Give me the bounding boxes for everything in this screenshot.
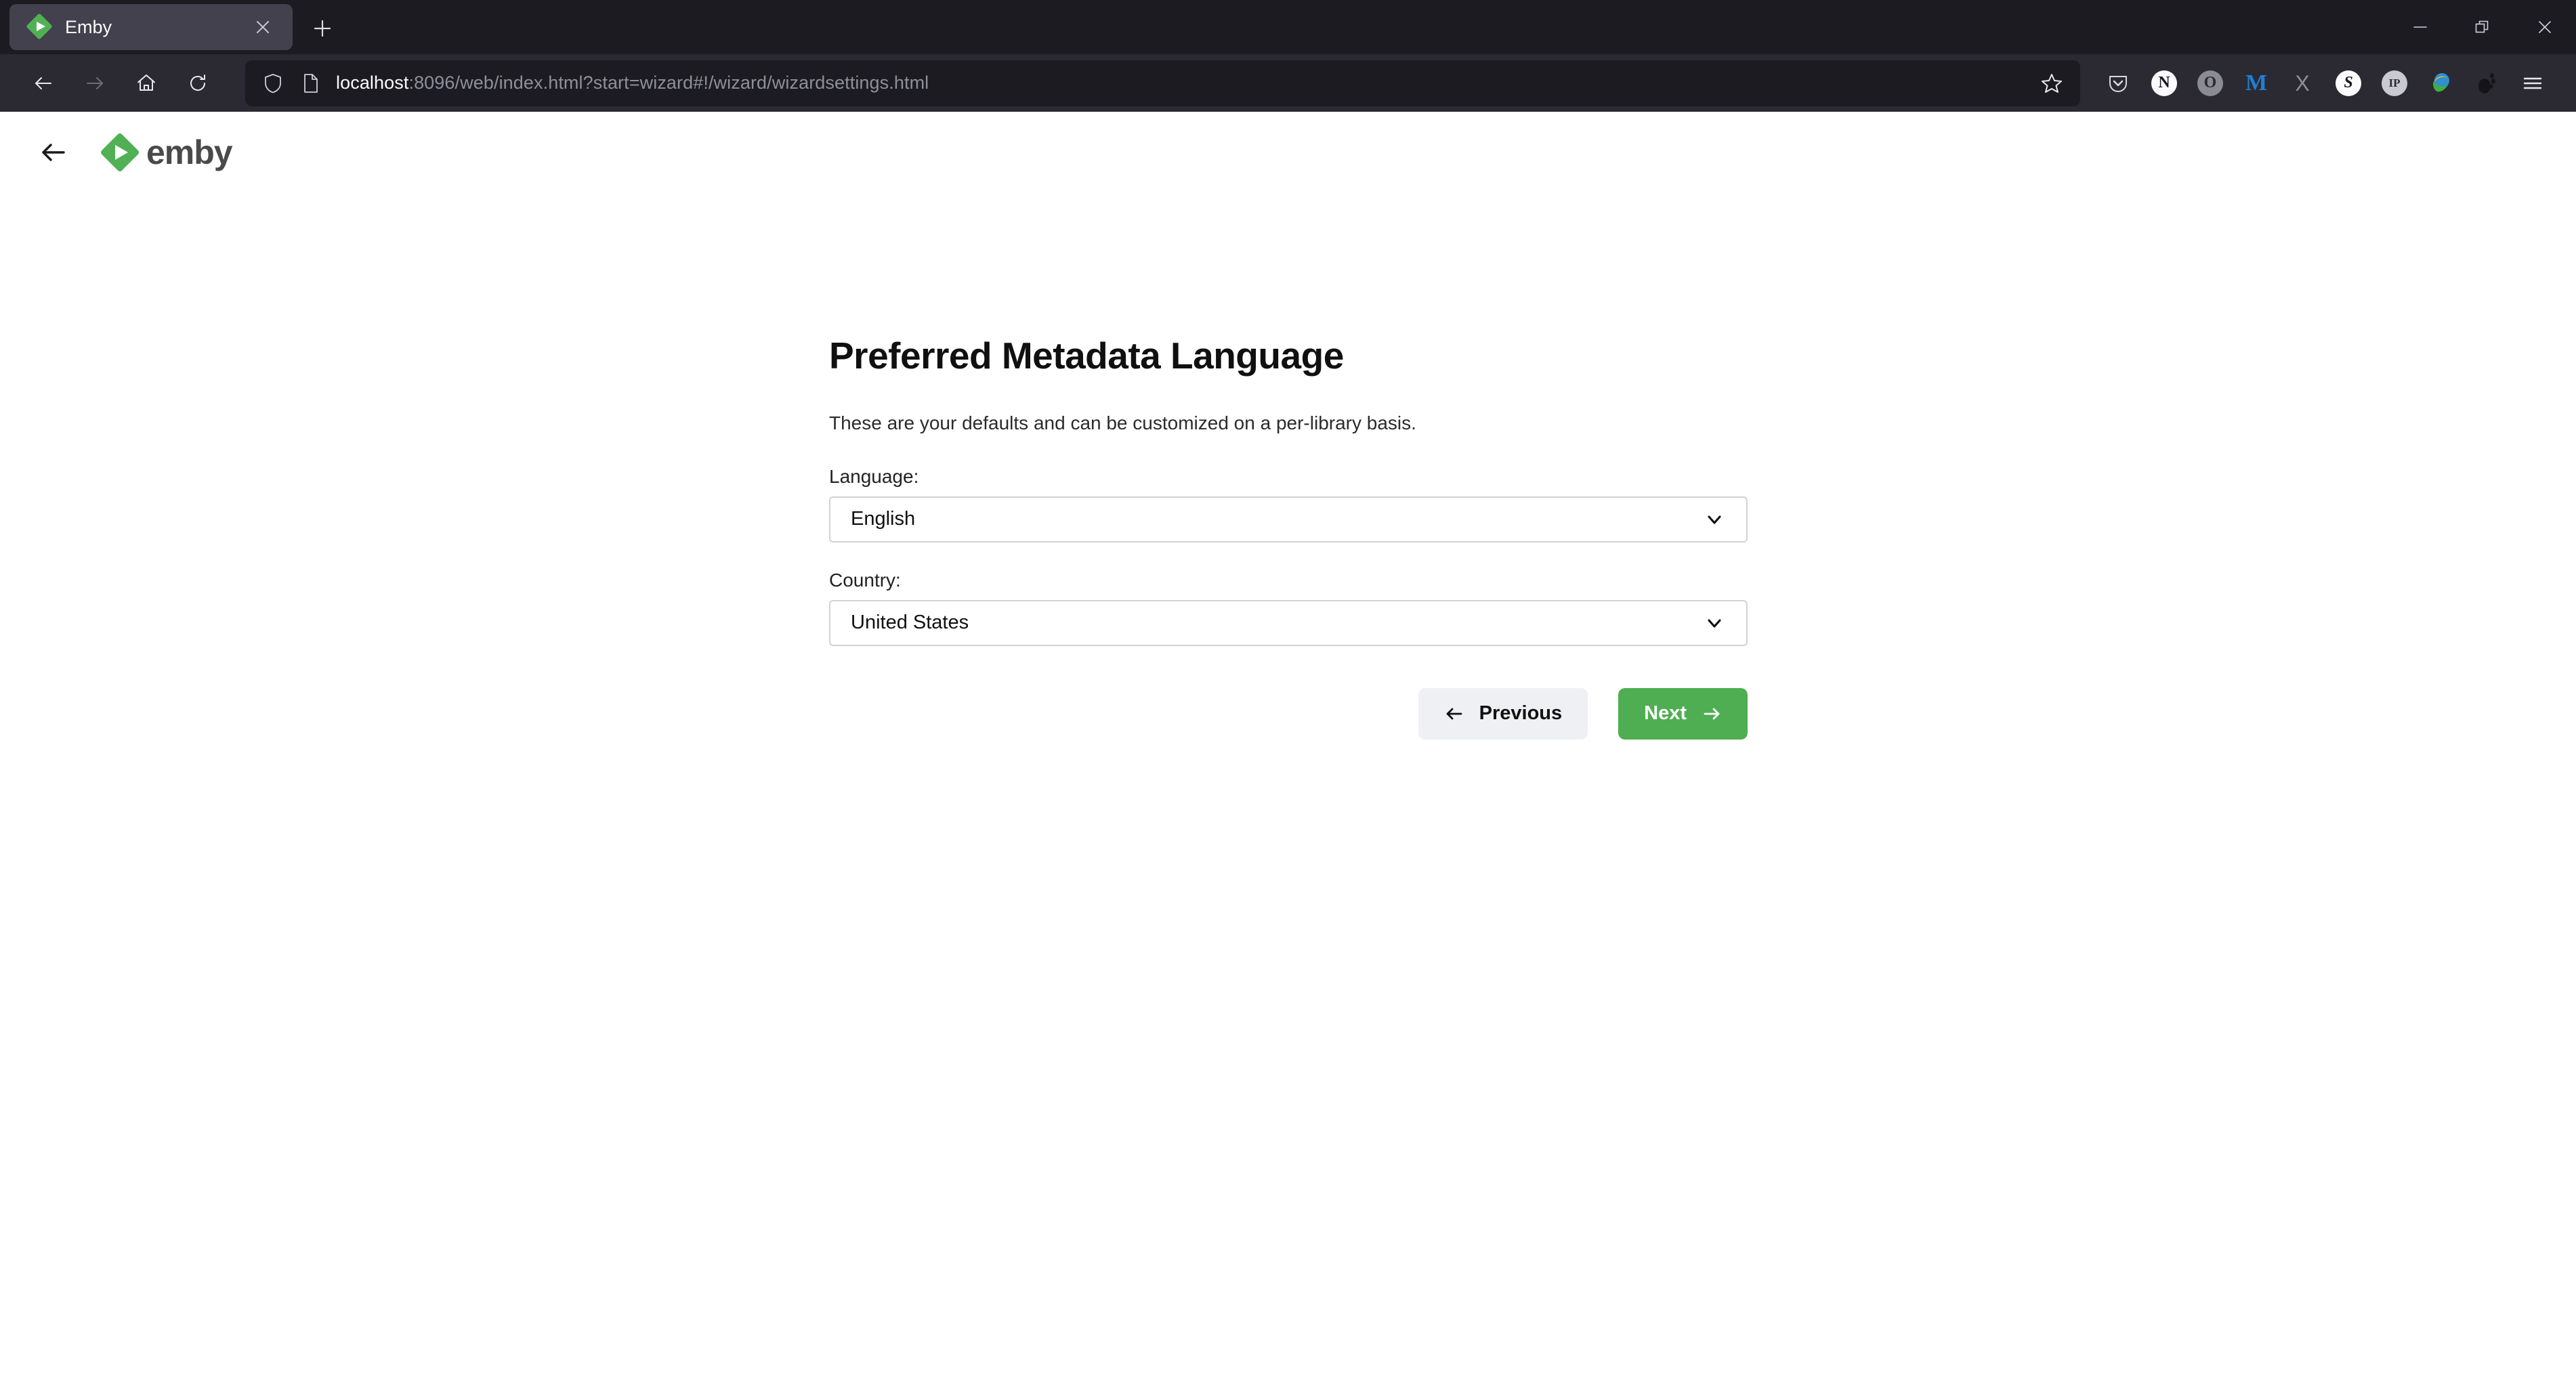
country-field: Country: United States: [829, 570, 1748, 646]
tab-close-icon[interactable]: [248, 12, 278, 42]
nav-home-icon[interactable]: [121, 58, 172, 109]
bookmark-star-icon[interactable]: [2034, 66, 2069, 101]
wizard-actions: Previous Next: [829, 687, 1748, 740]
download-manager-icon[interactable]: [2417, 60, 2464, 106]
tab-strip: Emby: [0, 0, 2576, 54]
country-select[interactable]: United States: [829, 599, 1748, 646]
browser-tab-emby[interactable]: Emby: [9, 4, 293, 50]
pocket-icon[interactable]: [2095, 60, 2141, 106]
tab-title: Emby: [65, 16, 112, 37]
previous-button-label: Previous: [1479, 702, 1563, 724]
browser-window: Emby localhost:8096/web/index.html?start…: [0, 0, 2576, 1387]
page-document-icon[interactable]: [298, 70, 324, 96]
hamburger-menu-icon[interactable]: [2510, 60, 2556, 106]
extension-s-icon[interactable]: S: [2325, 60, 2371, 106]
url-bar[interactable]: localhost:8096/web/index.html?start=wiza…: [245, 60, 2080, 106]
wizard-content: Preferred Metadata Language These are yo…: [829, 335, 1748, 740]
emby-logo[interactable]: emby: [100, 132, 233, 173]
url-host: localhost: [336, 72, 409, 93]
extension-o-icon[interactable]: O: [2187, 60, 2233, 106]
language-label: Language:: [829, 465, 919, 487]
emby-wordmark: emby: [146, 133, 233, 171]
nav-back-icon[interactable]: [18, 58, 69, 109]
navigation-toolbar: localhost:8096/web/index.html?start=wiza…: [0, 54, 2576, 112]
emby-favicon-icon: [26, 13, 53, 40]
emby-diamond-play-icon: [100, 132, 140, 173]
url-text[interactable]: localhost:8096/web/index.html?start=wiza…: [336, 72, 2022, 93]
country-select-value: United States: [851, 612, 969, 633]
window-restore-icon[interactable]: [2451, 0, 2514, 54]
language-select-value: English: [851, 508, 916, 530]
url-path: :8096/web/index.html?start=wizard#!/wiza…: [408, 72, 929, 93]
page-subtitle: These are your defaults and can be custo…: [829, 412, 1416, 433]
country-label: Country:: [829, 569, 901, 591]
nav-reload-icon[interactable]: [172, 58, 224, 109]
arrow-left-icon: [1446, 708, 1462, 719]
page-title: Preferred Metadata Language: [829, 335, 1344, 377]
language-field: Language: English: [829, 466, 1748, 542]
page-viewport: emby Preferred Metadata Language These a…: [0, 112, 2576, 1387]
emby-app-header: emby: [0, 112, 2576, 173]
extension-n-icon[interactable]: N: [2141, 60, 2187, 106]
language-select[interactable]: English: [829, 496, 1748, 542]
previous-button[interactable]: Previous: [1418, 687, 1588, 740]
chevron-down-icon: [1703, 612, 1726, 635]
next-button[interactable]: Next: [1618, 687, 1748, 740]
shield-icon[interactable]: [260, 70, 286, 96]
chevron-down-icon: [1703, 508, 1726, 531]
gnome-foot-icon[interactable]: [2464, 60, 2510, 106]
ip-lookup-icon[interactable]: IP: [2371, 60, 2417, 106]
new-tab-button[interactable]: [302, 8, 343, 49]
extensions-toolbar: N O M X S IP: [2095, 60, 2558, 106]
window-controls: [2389, 0, 2576, 54]
arrow-right-icon: [1704, 708, 1720, 719]
extension-x-icon[interactable]: X: [2279, 60, 2325, 106]
window-close-icon[interactable]: [2514, 0, 2576, 54]
window-minimize-icon[interactable]: [2389, 0, 2451, 54]
page-back-button[interactable]: [33, 132, 73, 173]
next-button-label: Next: [1644, 702, 1687, 724]
nav-forward-icon[interactable]: [69, 58, 121, 109]
malwarebytes-icon[interactable]: M: [2233, 60, 2279, 106]
